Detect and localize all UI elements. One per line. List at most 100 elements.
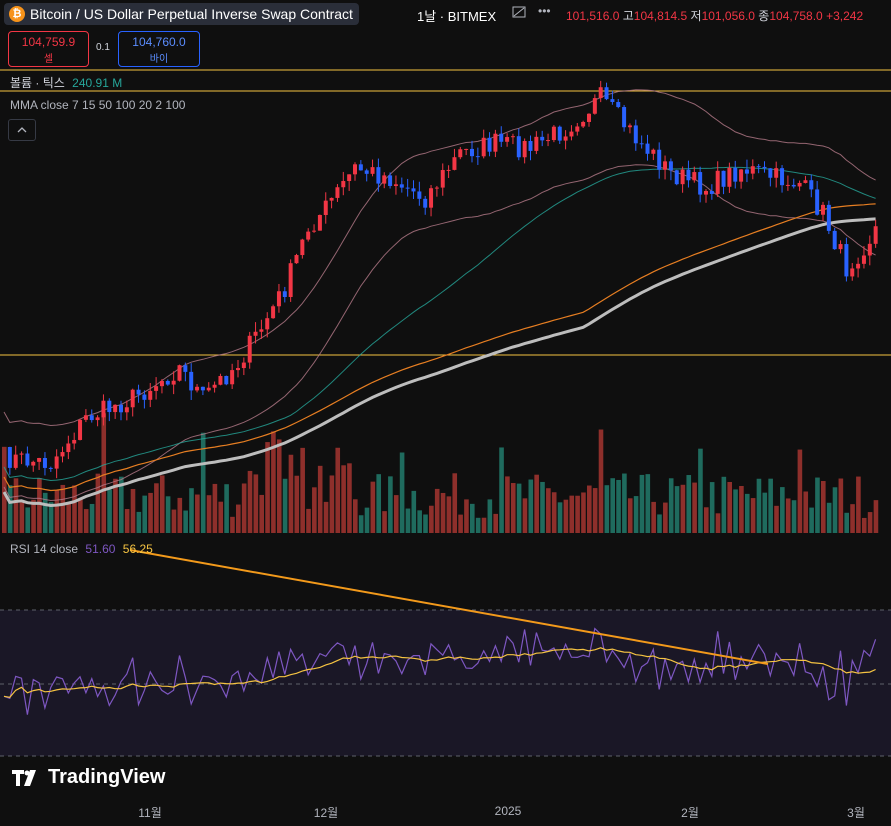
candle-body <box>183 365 188 372</box>
candle-body <box>78 419 83 440</box>
xaxis-label-nov: 11월 <box>138 806 162 820</box>
candle-body <box>785 184 790 186</box>
sell-button[interactable]: 104,759.9 셀 <box>8 31 89 67</box>
xaxis-label-feb: 2월 <box>681 806 699 820</box>
volume-legend[interactable]: 볼륨 · 틱스 240.91 M <box>10 74 122 91</box>
volume-bar <box>540 481 545 533</box>
volume-bar <box>19 500 25 533</box>
price-chart[interactable] <box>0 68 891 538</box>
candle-body <box>101 400 106 418</box>
volume-bar <box>674 486 680 533</box>
candle-body <box>487 137 492 152</box>
volume-bar <box>680 484 686 533</box>
rsi-ma-value: 56.25 <box>122 542 153 556</box>
candle-body <box>136 389 141 395</box>
candle-body <box>177 365 182 381</box>
candle-body <box>522 141 527 158</box>
candle-body <box>733 167 738 182</box>
timeframe-exchange[interactable]: 1날 · BITMEX <box>417 6 496 25</box>
more-dots-icon[interactable]: ••• <box>538 4 551 18</box>
eye-off-icon[interactable] <box>512 6 526 21</box>
candle-body <box>282 291 287 297</box>
buy-button[interactable]: 104,760.0 바이 <box>118 31 200 67</box>
volume-bar <box>569 495 575 533</box>
candle-body <box>241 362 246 369</box>
volume-bar <box>493 513 498 533</box>
rsi-pane[interactable] <box>0 538 891 788</box>
volume-bar <box>861 517 867 533</box>
ma-line <box>3 203 876 492</box>
volume-bar <box>423 514 428 533</box>
candle-body <box>551 126 556 141</box>
candle-body <box>347 174 352 182</box>
volume-bar <box>803 491 809 533</box>
candle-body <box>89 415 94 421</box>
volume-bar <box>704 507 709 533</box>
mma-legend[interactable]: MMA close 7 15 50 100 20 2 100 <box>10 98 185 112</box>
volume-bar <box>177 497 183 533</box>
volume-bar <box>622 473 627 533</box>
candle-body <box>271 306 276 319</box>
volume-bar <box>698 448 703 533</box>
candle-body <box>83 415 88 420</box>
candle-body <box>335 187 340 198</box>
volume-bar <box>83 509 89 533</box>
volume-bar <box>627 498 633 533</box>
tradingview-logo[interactable]: TradingView <box>12 766 165 789</box>
candle-body <box>370 167 375 174</box>
volume-bar <box>306 508 311 533</box>
candle-body <box>317 214 322 231</box>
candle-body <box>540 136 545 141</box>
candle-body <box>124 407 129 413</box>
candle-body <box>499 133 504 142</box>
open-value: 101,516.0 <box>566 9 620 23</box>
buy-label: 바이 <box>149 54 169 65</box>
candle-body <box>750 166 755 174</box>
volume-bar <box>247 470 253 533</box>
volume-bar <box>592 488 598 533</box>
volume-bar <box>7 485 13 533</box>
ma-line <box>3 166 876 482</box>
volume-bar <box>148 492 153 533</box>
candle-body <box>19 453 24 455</box>
sell-label: 셀 <box>43 54 54 65</box>
candle-body <box>306 231 311 240</box>
volume-bar <box>393 495 399 533</box>
volume-bar <box>353 499 358 533</box>
candle-body <box>119 404 123 413</box>
candle-body <box>259 329 264 332</box>
xaxis-label-2025: 2025 <box>494 804 522 818</box>
symbol-pill[interactable]: ₿ Bitcoin / US Dollar Perpetual Inverse … <box>4 3 359 25</box>
volume-bar <box>838 478 844 533</box>
close-label: 종 <box>758 9 770 23</box>
volume-bar <box>604 485 610 533</box>
rsi-legend[interactable]: RSI 14 close 51.60 56.25 <box>10 542 153 556</box>
volume-bar <box>709 482 715 533</box>
candle-body <box>107 400 112 413</box>
chart-window[interactable]: ₿ Bitcoin / US Dollar Perpetual Inverse … <box>0 0 891 826</box>
candle-body <box>616 102 621 108</box>
volume-bar <box>230 516 235 533</box>
candle-body <box>405 187 410 189</box>
candle-body <box>37 457 42 462</box>
volume-bar <box>534 474 539 533</box>
volume-bar <box>312 487 317 533</box>
candle-body <box>639 143 644 145</box>
chevron-up-icon[interactable] <box>8 119 36 141</box>
candle-body <box>668 161 673 171</box>
candle-body <box>534 136 539 151</box>
volume-bar <box>89 503 95 533</box>
candle-body <box>399 184 404 188</box>
candle-body <box>434 187 439 189</box>
candle-body <box>844 244 849 277</box>
candle-body <box>189 371 194 391</box>
candle-body <box>768 168 773 178</box>
candle-body <box>470 148 474 157</box>
volume-bar <box>797 449 803 533</box>
candle-body <box>645 143 650 154</box>
candle-body <box>446 169 451 171</box>
volume-bar <box>329 475 335 533</box>
candle-body <box>739 169 744 182</box>
candle-body <box>516 136 521 158</box>
spread-value: 0.1 <box>96 42 110 53</box>
